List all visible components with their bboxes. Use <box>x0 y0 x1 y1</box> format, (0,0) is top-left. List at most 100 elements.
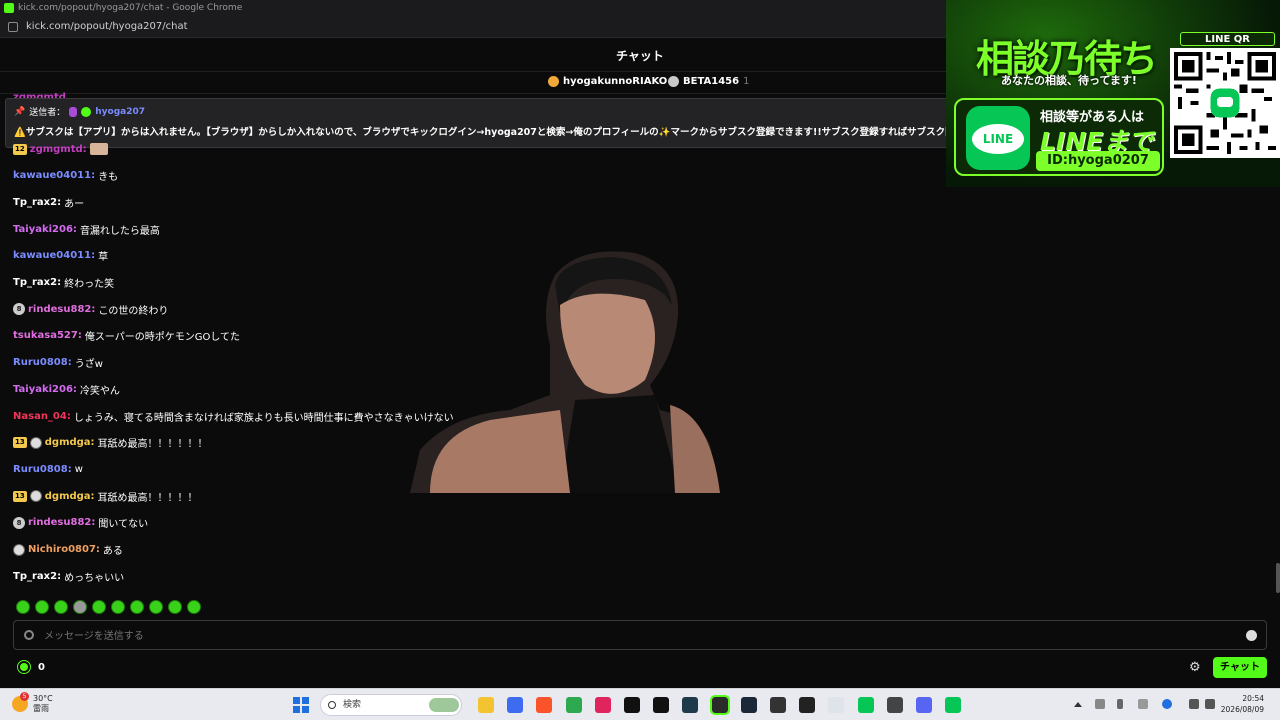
chat-message[interactable]: Nasan_04: しょうみ、寝てる時間含まなければ家族よりも長い時間仕事に費やさ… <box>13 407 454 425</box>
send-chat-button[interactable]: チャット <box>1213 657 1267 678</box>
clock-time: 20:54 <box>1242 694 1264 703</box>
weather-badge: 5 <box>20 692 29 701</box>
chat-message[interactable]: Ruru0808: うざw <box>13 354 103 372</box>
chat-message[interactable]: 8 rindesu882: この世の終わり <box>13 300 168 318</box>
chat-username[interactable]: rindesu882: <box>28 304 95 315</box>
app-icon[interactable] <box>682 697 699 713</box>
line-ad-banner[interactable]: 相談乃待ち あなたの相談、待ってます! LINE 相談等がある人は LINEまで… <box>946 0 1280 187</box>
close-icon[interactable] <box>1138 699 1148 709</box>
chat-username[interactable]: Tp_rax2: <box>13 197 61 208</box>
scrollbar[interactable] <box>1276 563 1280 593</box>
kick-icon[interactable] <box>709 695 730 715</box>
pinned-user[interactable]: hyoga207 <box>95 107 145 117</box>
chat-message[interactable]: tsukasa527: 俺スーパーの時ポケモンGOしてた <box>13 327 240 345</box>
chat-username[interactable]: Tp_rax2: <box>13 277 61 288</box>
emote-icon[interactable] <box>168 600 182 614</box>
emote-icon[interactable] <box>130 600 144 614</box>
chat-text: この世の終わり <box>98 305 169 317</box>
emote-icon[interactable] <box>16 600 30 614</box>
line-logo-icon: LINE <box>966 106 1030 170</box>
chat-message[interactable]: kawaue04011: 草 <box>13 247 108 265</box>
qr-code-icon[interactable] <box>1170 48 1280 158</box>
taskbar-search[interactable]: 検索 <box>320 694 462 716</box>
chat-message[interactable]: 8 rindesu882: 聞いてない <box>13 514 148 532</box>
obs-icon[interactable] <box>799 697 816 713</box>
microphone-icon[interactable] <box>1117 699 1123 709</box>
chat-username[interactable]: Nichiro0807: <box>28 544 100 555</box>
chat-text: 聞いてない <box>98 519 149 531</box>
qr-label: LINE QR <box>1180 32 1275 46</box>
chat-message[interactable]: 13 dgmdga: 耳舐め最高！！！！！！ <box>13 434 208 452</box>
tiktok-icon[interactable] <box>624 697 640 713</box>
display-icon[interactable] <box>1189 699 1199 709</box>
gear-icon[interactable]: ⚙ <box>1189 661 1202 674</box>
file-explorer-icon[interactable] <box>478 697 494 713</box>
emote-icon[interactable] <box>35 600 49 614</box>
chat-message[interactable]: Taiyaki206: 音漏れしたら最高 <box>13 220 160 238</box>
discord-icon[interactable] <box>916 697 932 713</box>
chat-username[interactable]: kawaue04011: <box>13 250 95 261</box>
chat-message[interactable]: Tp_rax2: あー <box>13 193 84 211</box>
system-tray[interactable]: 20:54 2026/08/09 <box>1221 693 1264 715</box>
chat-username[interactable]: Nasan_04: <box>13 411 71 422</box>
chat-username[interactable]: kawaue04011: <box>13 170 95 181</box>
app-icon[interactable] <box>886 697 903 713</box>
emoji-picker-icon[interactable] <box>1246 630 1257 641</box>
chat-message[interactable]: Tp_rax2: めっちゃいい <box>13 567 124 585</box>
gifter-2[interactable]: BETA1456 1 <box>668 76 749 87</box>
chat-username[interactable]: dgmdga: <box>45 437 95 448</box>
url-text: kick.com/popout/hyoga207/chat <box>26 21 188 32</box>
brave-icon[interactable] <box>536 697 553 713</box>
chat-username[interactable]: tsukasa527: <box>13 330 82 341</box>
record-icon[interactable] <box>24 630 34 640</box>
chevron-up-icon[interactable] <box>1074 702 1082 707</box>
chat-message[interactable]: 13 dgmdga: 耳舐め最高！！！！！ <box>13 487 198 505</box>
emote-icon[interactable] <box>54 600 68 614</box>
app-icon[interactable] <box>507 697 524 713</box>
chat-username[interactable]: Tp_rax2: <box>13 571 61 582</box>
app-icon[interactable] <box>770 697 786 713</box>
window-title: kick.com/popout/hyoga207/chat - Google C… <box>18 3 243 13</box>
ad-subtitle: あなたの相談、待ってます! <box>1001 74 1137 87</box>
streamer-cutout <box>410 251 720 493</box>
chat-input[interactable] <box>44 627 1224 645</box>
emote-icon[interactable] <box>187 600 201 614</box>
app-icon[interactable] <box>828 697 845 713</box>
chat-username[interactable]: zgmgmtd: <box>30 144 87 155</box>
steam-icon[interactable] <box>740 697 757 713</box>
weather-state: 雷雨 <box>33 704 49 713</box>
ad-line-id: ID:hyoga0207 <box>1036 151 1160 171</box>
network-icon[interactable] <box>1095 699 1105 709</box>
chat-message[interactable]: kawaue04011: きも <box>13 167 118 185</box>
chat-message[interactable]: 12 zgmgmtd: <box>13 140 108 158</box>
pinned-message[interactable]: 📌 送信者： hyoga207 ⚠️サブスクは【アプリ】からは入れません。【ブラ… <box>5 98 950 148</box>
chat-username[interactable]: Ruru0808: <box>13 464 72 475</box>
emote-icon[interactable] <box>149 600 163 614</box>
line-icon[interactable] <box>945 697 962 713</box>
chat-username[interactable]: Ruru0808: <box>13 357 72 368</box>
chat-message[interactable]: Tp_rax2: 終わった笑 <box>13 274 114 292</box>
chat-username[interactable]: dgmdga: <box>45 491 95 502</box>
chrome-icon[interactable] <box>565 697 582 713</box>
chat-username[interactable]: rindesu882: <box>28 517 95 528</box>
app-icon[interactable] <box>594 697 611 713</box>
channel-points[interactable]: 0 <box>17 660 45 674</box>
volume-icon[interactable] <box>1205 699 1215 709</box>
emote-icon[interactable] <box>111 600 125 614</box>
chat-message[interactable]: Ruru0808: w <box>13 460 83 478</box>
windows-start-icon[interactable] <box>293 697 309 713</box>
app-icon[interactable] <box>653 697 670 713</box>
site-settings-icon[interactable] <box>8 22 18 32</box>
chat-username[interactable]: Taiyaki206: <box>13 384 77 395</box>
chat-username[interactable]: Taiyaki206: <box>13 224 77 235</box>
chat-message[interactable]: Taiyaki206: 冷笑やん <box>13 380 120 398</box>
onedrive-icon[interactable] <box>1162 699 1172 709</box>
gifter-1[interactable]: hyogakunnoRIAKO 5 <box>548 76 678 87</box>
emote-icon[interactable] <box>92 600 106 614</box>
clock-date: 2026/08/09 <box>1220 705 1264 714</box>
chat-message[interactable]: Nichiro0807: ある <box>13 541 123 559</box>
line-icon[interactable] <box>857 697 874 713</box>
search-icon <box>328 701 336 709</box>
search-highlight-image <box>429 698 459 712</box>
emote-icon[interactable] <box>73 600 87 614</box>
